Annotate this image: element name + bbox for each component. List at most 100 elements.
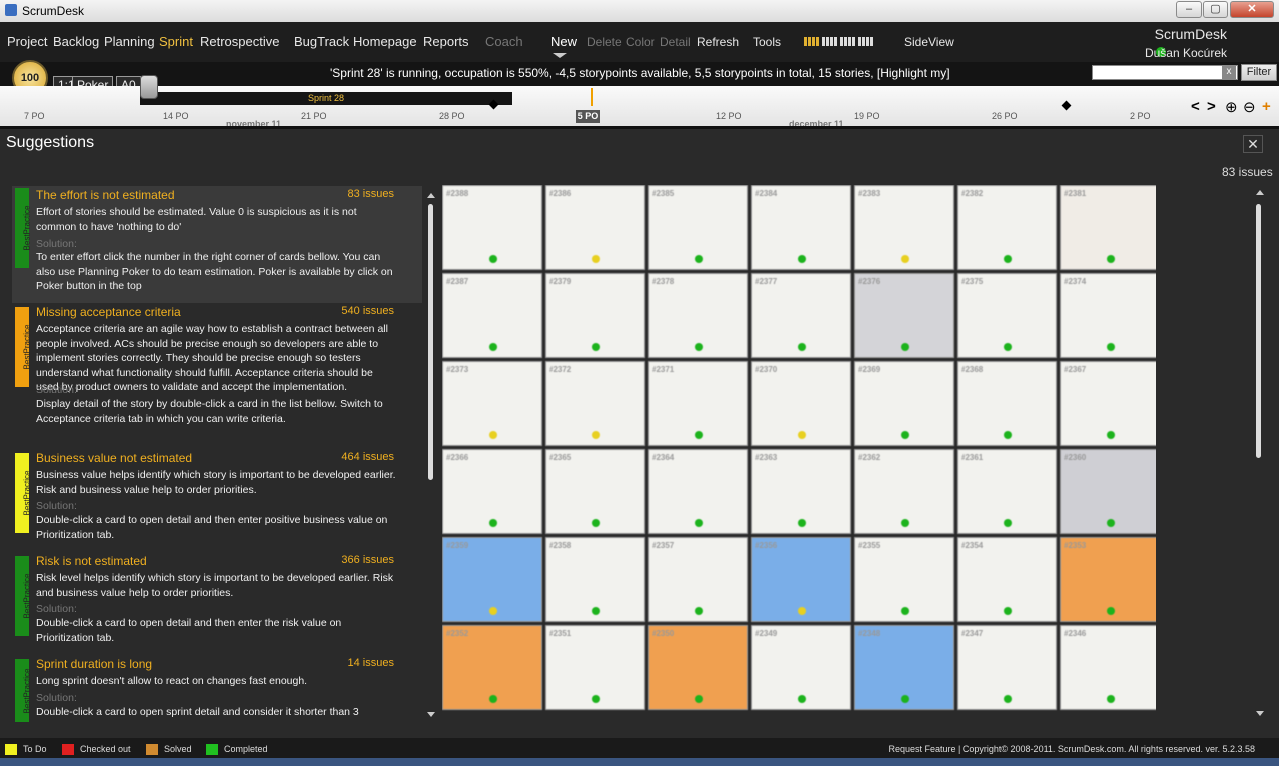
legend-todo-swatch — [5, 744, 17, 755]
timeline-prev-button[interactable]: < — [1191, 98, 1200, 115]
story-card[interactable]: #2347 — [957, 625, 1057, 710]
maximize-button[interactable]: ▢ — [1203, 1, 1228, 18]
story-card[interactable]: #2361 — [957, 449, 1057, 534]
story-card[interactable]: #2375 — [957, 273, 1057, 358]
story-card[interactable]: #2366 — [442, 449, 542, 534]
story-card[interactable]: #2351 — [545, 625, 645, 710]
add-sprint-icon[interactable]: + — [1262, 98, 1271, 115]
story-card[interactable]: #2354 — [957, 537, 1057, 622]
story-card[interactable]: #2359 — [442, 537, 542, 622]
story-card[interactable]: #2357 — [648, 537, 748, 622]
suggestion-list-scrollbar[interactable] — [427, 190, 435, 720]
story-card[interactable]: #2377 — [751, 273, 851, 358]
story-card[interactable]: #2381 — [1060, 185, 1156, 270]
menu-retrospective[interactable]: Retrospective — [200, 34, 279, 49]
menu-backlog[interactable]: Backlog — [53, 34, 99, 49]
menu-homepage[interactable]: Homepage — [353, 34, 417, 49]
user-name[interactable]: Dušan Kocúrek — [1145, 46, 1227, 60]
close-window-button[interactable]: ✕ — [1230, 1, 1274, 18]
timeline-slider-handle[interactable] — [140, 75, 158, 99]
suggestion-item[interactable]: BestPractice Sprint duration is long 14 … — [12, 655, 422, 722]
story-card[interactable]: #2353 — [1060, 537, 1156, 622]
delete-button[interactable]: Delete — [587, 35, 622, 49]
minimize-button[interactable]: – — [1176, 1, 1202, 18]
story-card[interactable]: #2356 — [751, 537, 851, 622]
story-card[interactable]: #2385 — [648, 185, 748, 270]
story-card[interactable]: #2388 — [442, 185, 542, 270]
story-status-icon — [489, 695, 497, 703]
menu-reports[interactable]: Reports — [423, 34, 469, 49]
compact-view-icon[interactable] — [858, 37, 873, 46]
story-card[interactable]: #2382 — [957, 185, 1057, 270]
new-button[interactable]: New — [551, 34, 577, 49]
close-panel-button[interactable]: ✕ — [1243, 135, 1263, 153]
suggestion-item[interactable]: BestPractice Business value not estimate… — [12, 449, 422, 552]
zoom-out-icon[interactable]: ⊖ — [1243, 98, 1256, 116]
story-card[interactable]: #2370 — [751, 361, 851, 446]
story-card[interactable]: #2355 — [854, 537, 954, 622]
zoom-in-icon[interactable]: ⊕ — [1225, 98, 1238, 116]
filter-search-input[interactable] — [1092, 65, 1238, 80]
color-button[interactable]: Color — [626, 35, 655, 49]
menu-bugtrack[interactable]: BugTrack — [294, 34, 349, 49]
story-card[interactable]: #2352 — [442, 625, 542, 710]
story-card-id: #2365 — [549, 453, 572, 462]
timeline-next-button[interactable]: > — [1207, 98, 1216, 115]
story-card[interactable]: #2358 — [545, 537, 645, 622]
story-card[interactable]: #2384 — [751, 185, 851, 270]
suggestion-item[interactable]: BestPractice Risk is not estimated 366 i… — [12, 552, 422, 655]
card-view-icon[interactable] — [804, 37, 819, 46]
scroll-down-icon[interactable] — [427, 712, 435, 717]
column-view-icon[interactable] — [840, 37, 855, 46]
suggestion-item[interactable]: BestPractice Missing acceptance criteria… — [12, 303, 422, 449]
story-card[interactable]: #2349 — [751, 625, 851, 710]
sideview-button[interactable]: SideView — [904, 35, 954, 49]
scroll-down-icon[interactable] — [1256, 711, 1264, 716]
scrollbar-thumb[interactable] — [428, 204, 433, 480]
story-card[interactable]: #2376 — [854, 273, 954, 358]
tools-button[interactable]: Tools — [753, 35, 781, 49]
list-view-icon[interactable] — [822, 37, 837, 46]
story-card[interactable]: #2373 — [442, 361, 542, 446]
filter-button[interactable]: Filter — [1241, 64, 1277, 81]
story-card[interactable]: #2360 — [1060, 449, 1156, 534]
story-card[interactable]: #2383 — [854, 185, 954, 270]
story-card[interactable]: #2362 — [854, 449, 954, 534]
story-card[interactable]: #2371 — [648, 361, 748, 446]
menu-sprint[interactable]: Sprint — [159, 34, 193, 49]
scroll-up-icon[interactable] — [1256, 190, 1264, 195]
suggestion-item[interactable]: BestPractice The effort is not estimated… — [12, 186, 422, 303]
solution-text: Double-click a card to open sprint detai… — [36, 706, 359, 718]
story-status-icon — [695, 343, 703, 351]
story-status-icon — [798, 695, 806, 703]
card-grid-scrollbar-thumb[interactable] — [1256, 204, 1261, 458]
detail-button[interactable]: Detail — [660, 35, 691, 49]
story-card-id: #2360 — [1064, 453, 1087, 462]
story-card[interactable]: #2346 — [1060, 625, 1156, 710]
menu-coach[interactable]: Coach — [485, 34, 523, 49]
copyright-text[interactable]: Request Feature | Copyright© 2008-2011. … — [889, 744, 1255, 754]
story-card[interactable]: #2348 — [854, 625, 954, 710]
story-card[interactable]: #2369 — [854, 361, 954, 446]
story-card[interactable]: #2378 — [648, 273, 748, 358]
story-card[interactable]: #2365 — [545, 449, 645, 534]
story-card[interactable]: #2386 — [545, 185, 645, 270]
story-card[interactable]: #2379 — [545, 273, 645, 358]
clear-search-button[interactable]: x — [1222, 66, 1236, 79]
menu-project[interactable]: Project — [7, 34, 47, 49]
story-card[interactable]: #2364 — [648, 449, 748, 534]
story-card[interactable]: #2368 — [957, 361, 1057, 446]
solution-text: Double-click a card to open detail and t… — [36, 514, 388, 541]
story-card-id: #2346 — [1064, 629, 1087, 638]
story-card[interactable]: #2372 — [545, 361, 645, 446]
story-card[interactable]: #2350 — [648, 625, 748, 710]
story-card[interactable]: #2374 — [1060, 273, 1156, 358]
story-card[interactable]: #2387 — [442, 273, 542, 358]
sprint-bar[interactable]: Sprint 28 — [140, 92, 512, 105]
menu-planning[interactable]: Planning — [104, 34, 155, 49]
refresh-button[interactable]: Refresh — [697, 35, 739, 49]
scroll-up-icon[interactable] — [427, 193, 435, 198]
new-dropdown-icon[interactable] — [553, 53, 567, 58]
story-card[interactable]: #2367 — [1060, 361, 1156, 446]
story-card[interactable]: #2363 — [751, 449, 851, 534]
